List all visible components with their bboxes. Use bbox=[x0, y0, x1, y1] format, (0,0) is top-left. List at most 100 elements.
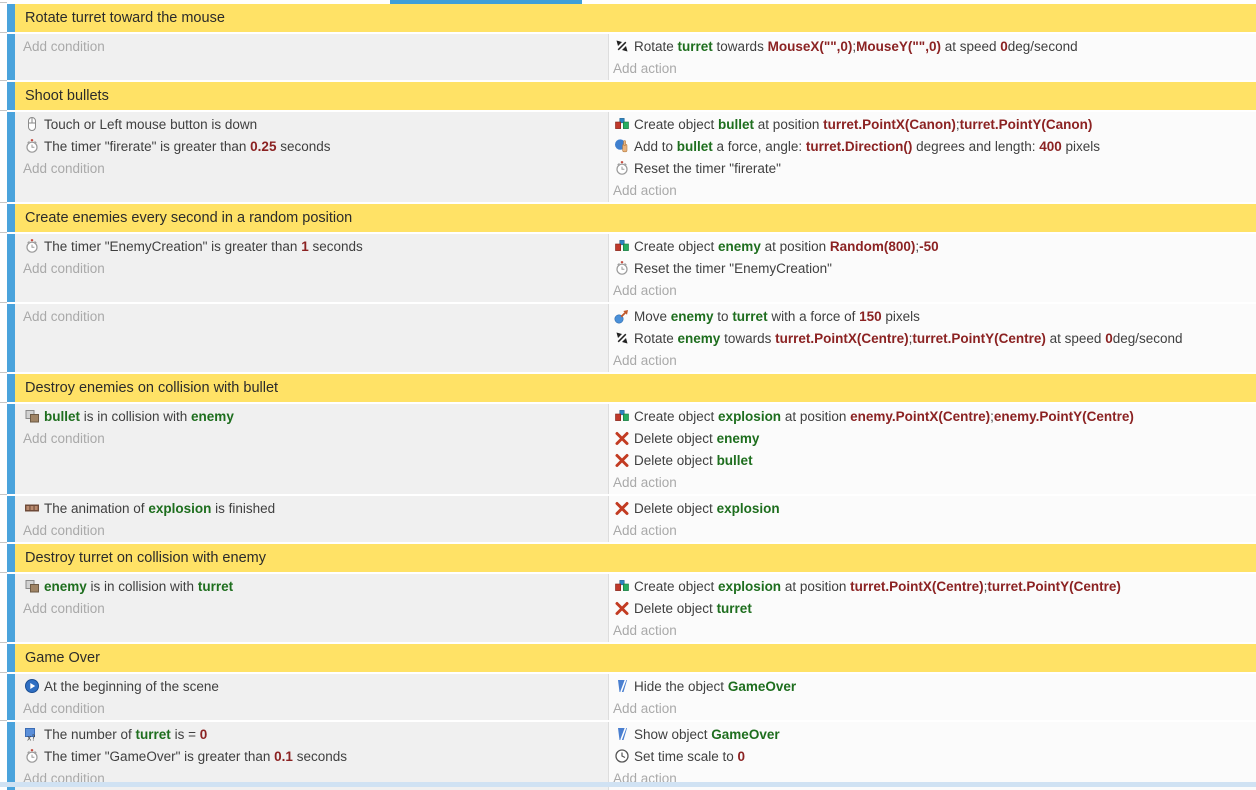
text-segment: seconds bbox=[276, 139, 330, 154]
event-selection-bar[interactable] bbox=[7, 304, 15, 372]
action-row[interactable]: Create object explosion at position enem… bbox=[613, 405, 1256, 427]
svg-text:x?: x? bbox=[27, 734, 35, 743]
text-segment: enemy bbox=[718, 239, 761, 254]
condition-row[interactable]: The timer "EnemyCreation" is greater tha… bbox=[23, 235, 608, 257]
action-row[interactable]: Create object bullet at position turret.… bbox=[613, 113, 1256, 135]
event-selection-bar[interactable] bbox=[7, 234, 15, 302]
add-condition-button[interactable]: Add condition bbox=[23, 257, 608, 279]
condition-row[interactable]: The animation of explosion is finished bbox=[23, 497, 608, 519]
create-object-icon bbox=[613, 408, 630, 424]
action-row[interactable]: Delete object bullet bbox=[613, 449, 1256, 471]
group-header[interactable]: Shoot bullets bbox=[15, 82, 1256, 110]
action-row[interactable]: Reset the timer "EnemyCreation" bbox=[613, 257, 1256, 279]
condition-row[interactable]: Touch or Left mouse button is down bbox=[23, 113, 608, 135]
event-selection-bar[interactable] bbox=[7, 722, 15, 790]
add-action-button[interactable]: Add action bbox=[613, 279, 1256, 301]
text-segment: Add to bbox=[634, 139, 677, 154]
event-selection-bar[interactable] bbox=[7, 82, 15, 110]
add-action-button[interactable]: Add action bbox=[613, 57, 1256, 79]
condition-row[interactable]: At the beginning of the scene bbox=[23, 675, 608, 697]
text-segment: Show object bbox=[634, 727, 711, 742]
actions-column: Rotate turret towards MouseX("",0);Mouse… bbox=[608, 34, 1256, 80]
add-action-button[interactable]: Add action bbox=[613, 471, 1256, 493]
event-row: The timer "EnemyCreation" is greater tha… bbox=[15, 234, 1256, 302]
condition-row[interactable]: The timer "firerate" is greater than 0.2… bbox=[23, 135, 608, 157]
add-condition-button[interactable]: Add condition bbox=[23, 157, 608, 179]
text-segment: towards bbox=[713, 39, 768, 54]
group-header[interactable]: Destroy enemies on collision with bullet bbox=[15, 374, 1256, 402]
condition-row[interactable]: bullet is in collision with enemy bbox=[23, 405, 608, 427]
add-action-button[interactable]: Add action bbox=[613, 349, 1256, 371]
actions-column: Delete object explosionAdd action bbox=[608, 496, 1256, 542]
group-header[interactable]: Rotate turret toward the mouse bbox=[15, 4, 1256, 32]
text-segment: is = bbox=[171, 727, 200, 742]
text-segment: seconds bbox=[309, 239, 363, 254]
event-block: The timer "EnemyCreation" is greater tha… bbox=[0, 234, 1256, 302]
add-condition-button[interactable]: Add condition bbox=[23, 427, 608, 449]
event-selection-bar[interactable] bbox=[7, 112, 15, 202]
create-object-icon bbox=[613, 116, 630, 132]
event-selection-bar[interactable] bbox=[7, 404, 15, 494]
actions-column: Create object bullet at position turret.… bbox=[608, 112, 1256, 202]
action-row[interactable]: Delete object enemy bbox=[613, 427, 1256, 449]
rotate-icon bbox=[613, 330, 630, 346]
add-condition-button[interactable]: Add condition bbox=[23, 597, 608, 619]
condition-row[interactable]: x?The number of turret is = 0 bbox=[23, 723, 608, 745]
event-selection-bar[interactable] bbox=[7, 374, 15, 402]
action-row[interactable]: Delete object turret bbox=[613, 597, 1256, 619]
create-object-icon bbox=[613, 238, 630, 254]
event-selection-bar[interactable] bbox=[7, 644, 15, 672]
action-row[interactable]: Create object enemy at position Random(8… bbox=[613, 235, 1256, 257]
event-selection-bar[interactable] bbox=[7, 204, 15, 232]
conditions-column: The timer "EnemyCreation" is greater tha… bbox=[15, 234, 608, 302]
actions-column: Create object enemy at position Random(8… bbox=[608, 234, 1256, 302]
event-content: The timer "EnemyCreation" is greater tha… bbox=[15, 234, 1256, 302]
add-condition-button[interactable]: Add condition bbox=[23, 519, 608, 541]
timer-icon bbox=[613, 260, 630, 276]
text-segment: explosion bbox=[717, 501, 780, 516]
add-action-button[interactable]: Add action bbox=[613, 519, 1256, 541]
add-condition-button[interactable]: Add condition bbox=[23, 305, 608, 327]
action-row[interactable]: Reset the timer "firerate" bbox=[613, 157, 1256, 179]
action-row[interactable]: Add to bullet a force, angle: turret.Dir… bbox=[613, 135, 1256, 157]
group-header[interactable]: Create enemies every second in a random … bbox=[15, 204, 1256, 232]
text-segment: bullet bbox=[44, 409, 80, 424]
action-row[interactable]: Move enemy to turret with a force of 150… bbox=[613, 305, 1256, 327]
text-segment: towards bbox=[720, 331, 775, 346]
event-block: Add conditionMove enemy to turret with a… bbox=[0, 304, 1256, 372]
condition-row[interactable]: The timer "GameOver" is greater than 0.1… bbox=[23, 745, 608, 767]
group-header[interactable]: Game Over bbox=[15, 644, 1256, 672]
event-selection-bar[interactable] bbox=[7, 34, 15, 80]
text-segment: enemy bbox=[717, 431, 760, 446]
action-row[interactable]: Delete object explosion bbox=[613, 497, 1256, 519]
event-selection-bar[interactable] bbox=[7, 544, 15, 572]
add-action-button[interactable]: Add action bbox=[613, 697, 1256, 719]
action-row[interactable]: Create object explosion at position turr… bbox=[613, 575, 1256, 597]
text-segment: is in collision with bbox=[87, 579, 198, 594]
action-row[interactable]: Show object GameOver bbox=[613, 723, 1256, 745]
event-selection-bar[interactable] bbox=[7, 674, 15, 720]
event-content: Add conditionRotate turret towards Mouse… bbox=[15, 34, 1256, 80]
collision-icon bbox=[23, 578, 40, 594]
event-selection-bar[interactable] bbox=[7, 496, 15, 542]
event-selection-bar[interactable] bbox=[7, 4, 15, 32]
action-row[interactable]: Rotate enemy towards turret.PointX(Centr… bbox=[613, 327, 1256, 349]
conditions-column: x?The number of turret is = 0The timer "… bbox=[15, 722, 608, 790]
text-segment: bullet bbox=[677, 139, 713, 154]
group-header[interactable]: Destroy turret on collision with enemy bbox=[15, 544, 1256, 572]
action-row[interactable]: Set time scale to 0 bbox=[613, 745, 1256, 767]
group-header-block: Game Over bbox=[15, 644, 1256, 672]
add-condition-button[interactable]: Add condition bbox=[23, 35, 608, 57]
text-segment: degrees and length: bbox=[912, 139, 1039, 154]
add-action-button[interactable]: Add action bbox=[613, 179, 1256, 201]
add-action-button[interactable]: Add action bbox=[613, 619, 1256, 641]
force-icon bbox=[613, 138, 630, 154]
text-segment: turret bbox=[136, 727, 171, 742]
scene-start-icon bbox=[23, 678, 40, 694]
action-row[interactable]: Rotate turret towards MouseX("",0);Mouse… bbox=[613, 35, 1256, 57]
condition-row[interactable]: enemy is in collision with turret bbox=[23, 575, 608, 597]
add-condition-button[interactable]: Add condition bbox=[23, 697, 608, 719]
action-row[interactable]: Hide the object GameOver bbox=[613, 675, 1256, 697]
event-selection-bar[interactable] bbox=[7, 574, 15, 642]
text-segment: At the beginning of the scene bbox=[44, 679, 219, 694]
